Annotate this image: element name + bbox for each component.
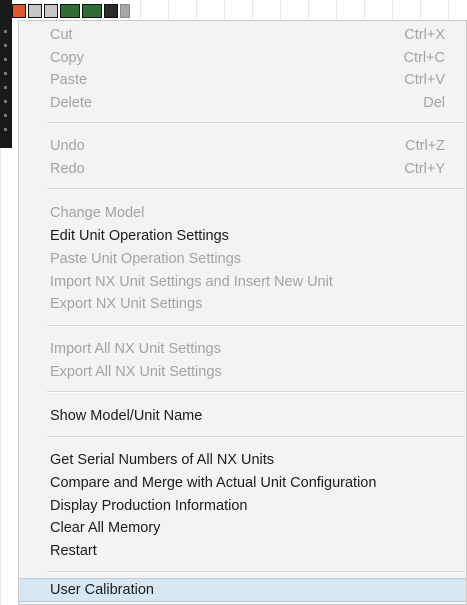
- menu-separator: [47, 391, 464, 393]
- menu-item-undo[interactable]: Undo Ctrl+Z: [19, 135, 466, 157]
- menu-item-label: Paste: [50, 72, 88, 88]
- menu-item-import-nx-unit-settings-insert[interactable]: Import NX Unit Settings and Insert New U…: [19, 271, 466, 293]
- menu-item-label: Redo: [50, 161, 85, 177]
- menu-item-shortcut: Ctrl+C: [403, 50, 446, 66]
- unit-block: [44, 4, 58, 18]
- menu-item-shortcut: Ctrl+Z: [405, 138, 445, 154]
- menu-item-label: Get Serial Numbers of All NX Units: [50, 452, 275, 468]
- menu-separator: [47, 188, 464, 190]
- menu-item-shortcut: Ctrl+Y: [404, 161, 445, 177]
- unit-device-strip: [12, 4, 130, 18]
- menu-item-label: Compare and Merge with Actual Unit Confi…: [50, 475, 377, 491]
- menu-item-shortcut: Del: [423, 95, 445, 111]
- menu-item-display-production-information[interactable]: Display Production Information: [19, 495, 466, 517]
- menu-item-compare-and-merge[interactable]: Compare and Merge with Actual Unit Confi…: [19, 472, 466, 494]
- menu-item-delete[interactable]: Delete Del: [19, 92, 466, 114]
- unit-end-cover: [120, 4, 130, 18]
- menu-item-label: Import All NX Unit Settings: [50, 341, 221, 357]
- menu-item-label: Import NX Unit Settings and Insert New U…: [50, 274, 333, 290]
- menu-item-label: Export All NX Unit Settings: [50, 364, 222, 380]
- menu-separator: [47, 571, 464, 573]
- unit-block: [28, 4, 42, 18]
- menu-item-label: Display Production Information: [50, 498, 248, 514]
- menu-item-show-model-unit-name[interactable]: Show Model/Unit Name: [19, 405, 466, 427]
- menu-item-get-serial-numbers[interactable]: Get Serial Numbers of All NX Units: [19, 449, 466, 471]
- menu-item-paste[interactable]: Paste Ctrl+V: [19, 69, 466, 91]
- menu-item-copy[interactable]: Copy Ctrl+C: [19, 47, 466, 69]
- menu-item-clear-all-memory[interactable]: Clear All Memory: [19, 517, 466, 539]
- menu-item-import-all-nx-unit-settings[interactable]: Import All NX Unit Settings: [19, 338, 466, 360]
- menu-item-label: Delete: [50, 95, 92, 111]
- unit-device-body: [0, 0, 12, 148]
- menu-item-shortcut: Ctrl+X: [404, 27, 445, 43]
- menu-item-change-model[interactable]: Change Model: [19, 202, 466, 224]
- menu-item-export-all-nx-unit-settings[interactable]: Export All NX Unit Settings: [19, 361, 466, 383]
- menu-item-label: Cut: [50, 27, 73, 43]
- menu-separator: [47, 325, 464, 327]
- menu-item-label: Change Model: [50, 205, 145, 221]
- menu-item-label: Show Model/Unit Name: [50, 408, 203, 424]
- menu-item-cut[interactable]: Cut Ctrl+X: [19, 24, 466, 46]
- menu-item-export-nx-unit-settings[interactable]: Export NX Unit Settings: [19, 293, 466, 315]
- menu-separator: [47, 436, 464, 438]
- unit-block: [104, 4, 118, 18]
- menu-item-label: Edit Unit Operation Settings: [50, 228, 229, 244]
- menu-item-redo[interactable]: Redo Ctrl+Y: [19, 158, 466, 180]
- menu-item-restart[interactable]: Restart: [19, 540, 466, 562]
- menu-item-label: Copy: [50, 50, 84, 66]
- menu-item-label: User Calibration: [50, 582, 154, 598]
- menu-item-shortcut: Ctrl+V: [404, 72, 445, 88]
- menu-item-user-calibration[interactable]: User Calibration: [19, 578, 466, 602]
- menu-item-label: Paste Unit Operation Settings: [50, 251, 242, 267]
- screen: Cut Ctrl+X Copy Ctrl+C Paste Ctrl+V Dele…: [0, 0, 467, 605]
- menu-item-label: Restart: [50, 543, 97, 559]
- menu-item-label: Undo: [50, 138, 85, 154]
- unit-block: [60, 4, 80, 18]
- menu-item-label: Export NX Unit Settings: [50, 296, 203, 312]
- menu-item-edit-unit-operation-settings[interactable]: Edit Unit Operation Settings: [19, 225, 466, 247]
- menu-separator: [47, 122, 464, 124]
- menu-item-label: Clear All Memory: [50, 520, 161, 536]
- unit-block: [82, 4, 102, 18]
- context-menu: Cut Ctrl+X Copy Ctrl+C Paste Ctrl+V Dele…: [18, 20, 467, 605]
- unit-block: [12, 4, 26, 18]
- menu-item-paste-unit-operation-settings[interactable]: Paste Unit Operation Settings: [19, 248, 466, 270]
